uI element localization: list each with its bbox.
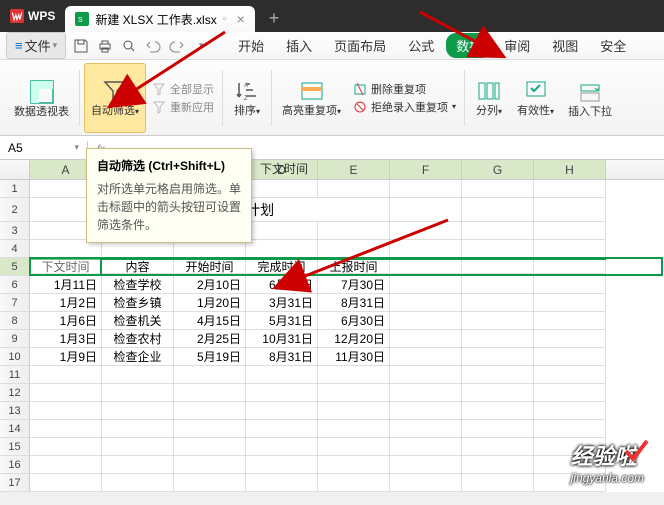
table-header-row: 下文时间 内容 开始时间 完成时间 上报时间	[30, 258, 606, 276]
chevron-down-icon[interactable]: ▾	[74, 142, 79, 153]
row-header[interactable]: 3	[0, 222, 30, 240]
row-header[interactable]: 11	[0, 366, 30, 384]
tab-security[interactable]: 安全	[590, 33, 636, 58]
tab-insert[interactable]: 插入	[276, 33, 322, 58]
row-header[interactable]: 8	[0, 312, 30, 330]
wps-logo: WPS	[0, 9, 65, 23]
svg-text:Z: Z	[244, 96, 248, 102]
file-menu[interactable]: ≡ 文件 ▾	[6, 32, 66, 59]
highlight-dup-icon	[298, 77, 326, 105]
dropdown-button[interactable]: 插入下拉	[562, 63, 618, 133]
qat-dropdown-icon[interactable]: ▾	[192, 37, 210, 55]
formula-value: 下文时间	[260, 160, 308, 177]
row-header[interactable]: 9	[0, 330, 30, 348]
header-cell: 上报时间	[318, 260, 390, 274]
pivot-button[interactable]: 数据透视表	[8, 63, 75, 133]
qat-undo-icon[interactable]	[144, 37, 162, 55]
row-header[interactable]: 5	[0, 258, 30, 276]
ribbon: 数据透视表 自动筛选▾ 全部显示 重新应用 AZ 排序▾ 高亮重复项▾ 删除重复…	[0, 60, 664, 136]
sort-button[interactable]: AZ 排序▾	[227, 63, 267, 133]
header-cell: 下文时间	[30, 260, 102, 274]
tab-pin-icon[interactable]: ▫	[223, 13, 227, 25]
table-row: 1月3日检查农村2月25日10月31日12月20日	[30, 330, 606, 348]
header-cell: 内容	[102, 260, 174, 274]
svg-text:S: S	[78, 17, 83, 24]
row-headers: 1 2 3 4 5 6 7 8 9 10 11 12 13 14 15 16 1…	[0, 180, 30, 492]
table-row: 1月11日检查学校2月10日6月30日7月30日	[30, 276, 606, 294]
tooltip-title: 自动筛选 (Ctrl+Shift+L)	[97, 157, 241, 174]
tab-formula[interactable]: 公式	[398, 33, 444, 58]
tooltip-body: 对所选单元格启用筛选。单击标题中的箭头按钮可设置筛选条件。	[97, 180, 241, 234]
row-header[interactable]: 13	[0, 402, 30, 420]
new-tab-button[interactable]: +	[255, 8, 294, 29]
row-header[interactable]: 1	[0, 180, 30, 198]
reapply-button[interactable]: 重新应用	[152, 99, 214, 115]
title-bar: WPS S 新建 XLSX 工作表.xlsx ▫ × +	[0, 0, 664, 32]
row-header[interactable]: 12	[0, 384, 30, 402]
tab-review[interactable]: 审阅	[494, 33, 540, 58]
pivot-icon	[28, 78, 56, 106]
validity-button[interactable]: 有效性▾	[511, 63, 560, 133]
row-header[interactable]: 6	[0, 276, 30, 294]
autofilter-button[interactable]: 自动筛选▾	[84, 63, 146, 133]
xlsx-icon: S	[75, 12, 89, 26]
sort-icon: AZ	[233, 77, 261, 105]
validity-icon	[522, 77, 550, 105]
qat-save-icon[interactable]	[72, 37, 90, 55]
delete-dup-button[interactable]: 删除重复项	[353, 81, 456, 97]
row-header[interactable]: 4	[0, 240, 30, 258]
qat-redo-icon[interactable]	[168, 37, 186, 55]
ribbon-tabs: 开始 插入 页面布局 公式 数据 审阅 视图 安全	[228, 33, 636, 58]
tab-start[interactable]: 开始	[228, 33, 274, 58]
qat-preview-icon[interactable]	[120, 37, 138, 55]
row-header[interactable]: 15	[0, 438, 30, 456]
col-header[interactable]: H	[534, 160, 606, 179]
check-icon	[622, 437, 650, 465]
showall-button[interactable]: 全部显示	[152, 81, 214, 97]
table-row: 1月9日检查企业5月19日8月31日11月30日	[30, 348, 606, 366]
tab-close-icon[interactable]: ×	[237, 11, 245, 27]
row-header[interactable]: 16	[0, 456, 30, 474]
tab-view[interactable]: 视图	[542, 33, 588, 58]
select-all-corner[interactable]	[0, 160, 30, 179]
tab-title: 新建 XLSX 工作表.xlsx	[95, 11, 216, 28]
qat-print-icon[interactable]	[96, 37, 114, 55]
autofilter-tooltip: 自动筛选 (Ctrl+Shift+L) 对所选单元格启用筛选。单击标题中的箭头按…	[86, 148, 252, 243]
header-cell: 完成时间	[246, 260, 318, 274]
svg-text:A: A	[244, 83, 248, 89]
table-row: 1月6日检查机关4月15日5月31日6月30日	[30, 312, 606, 330]
document-tab[interactable]: S 新建 XLSX 工作表.xlsx ▫ ×	[65, 6, 254, 32]
dropdown-icon	[576, 78, 604, 106]
col-header[interactable]: F	[390, 160, 462, 179]
col-header[interactable]: E	[318, 160, 390, 179]
tab-data[interactable]: 数据	[446, 33, 492, 58]
tab-layout[interactable]: 页面布局	[324, 33, 396, 58]
table-row: 1月2日检查乡镇1月20日3月31日8月31日	[30, 294, 606, 312]
row-header[interactable]: 7	[0, 294, 30, 312]
highlight-dup-button[interactable]: 高亮重复项▾	[276, 63, 347, 133]
split-icon	[475, 77, 503, 105]
row-header[interactable]: 10	[0, 348, 30, 366]
split-button[interactable]: 分列▾	[469, 63, 509, 133]
app-icon	[10, 9, 24, 23]
row-header[interactable]: 17	[0, 474, 30, 492]
reject-dup-button[interactable]: 拒绝录入重复项▾	[353, 99, 456, 115]
menu-bar: ≡ 文件 ▾ ▾ 开始 插入 页面布局 公式 数据 审阅 视图 安全	[0, 32, 664, 60]
row-header[interactable]: 14	[0, 420, 30, 438]
funnel-icon	[101, 77, 129, 105]
header-cell: 开始时间	[174, 260, 246, 274]
watermark: 经验啦 jingyanla.com	[571, 439, 644, 485]
col-header[interactable]: G	[462, 160, 534, 179]
row-header[interactable]: 2	[0, 198, 30, 222]
name-box[interactable]: A5 ▾	[0, 141, 88, 155]
